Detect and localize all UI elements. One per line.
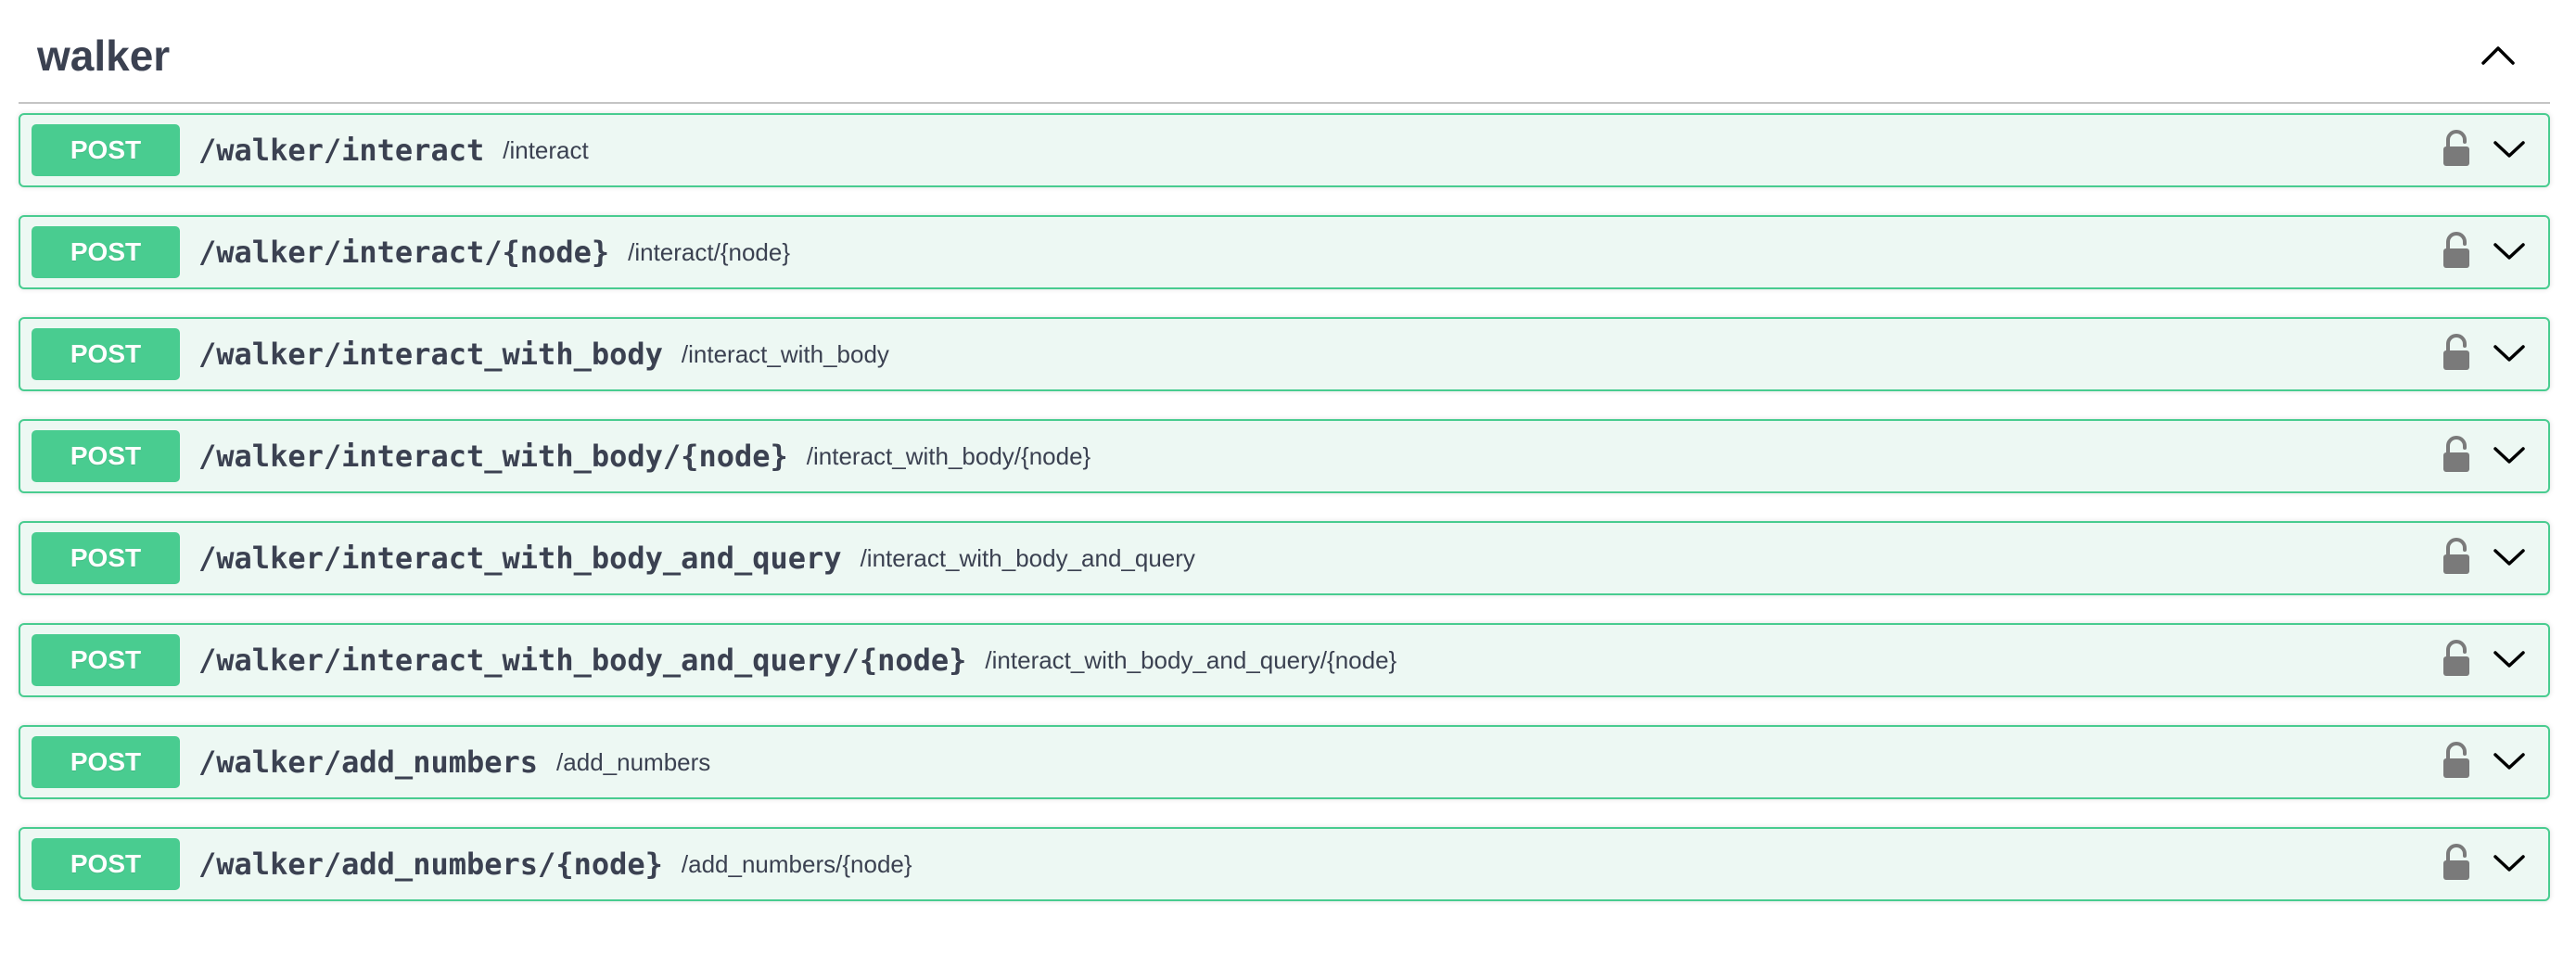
lock-icon[interactable] xyxy=(2442,844,2470,881)
operation-block[interactable]: POST /walker/interact_with_body /interac… xyxy=(19,317,2550,391)
section-title: walker xyxy=(37,32,171,80)
operation-path: /walker/interact_with_body_and_query /in… xyxy=(198,523,1195,593)
operation-path: /walker/interact_with_body /interact_wit… xyxy=(198,319,889,389)
operation-summary: /interact_with_body_and_query/{node} xyxy=(985,646,1397,674)
path-text: /walker/interact xyxy=(198,133,485,168)
operation-summary: /add_numbers/{node} xyxy=(681,850,912,878)
chevron-down-icon[interactable] xyxy=(2491,645,2528,671)
operation-block[interactable]: POST /walker/interact_with_body_and_quer… xyxy=(19,623,2550,697)
method-badge: POST xyxy=(32,634,180,686)
chevron-down-icon[interactable] xyxy=(2491,135,2528,161)
operation-path: /walker/interact_with_body_and_query/{no… xyxy=(198,625,1396,695)
lock-icon[interactable] xyxy=(2442,130,2470,167)
chevron-down-icon[interactable] xyxy=(2491,339,2528,365)
lock-icon[interactable] xyxy=(2442,232,2470,269)
path-text: /walker/interact_with_body/{node} xyxy=(198,439,788,474)
method-badge: POST xyxy=(32,838,180,890)
operation-block[interactable]: POST /walker/interact /interact xyxy=(19,113,2550,187)
method-badge: POST xyxy=(32,532,180,584)
lock-icon[interactable] xyxy=(2442,742,2470,779)
operation-path: /walker/add_numbers /add_numbers xyxy=(198,727,710,797)
operation-summary: /interact_with_body_and_query xyxy=(860,544,1195,572)
method-badge: POST xyxy=(32,124,180,176)
path-text: /walker/add_numbers/{node} xyxy=(198,847,663,882)
operation-block[interactable]: POST /walker/interact/{node} /interact/{… xyxy=(19,215,2550,289)
walker-section: walker POST /walker/interact /interact P… xyxy=(19,0,2550,901)
operation-path: /walker/add_numbers/{node} /add_numbers/… xyxy=(198,829,912,899)
path-text: /walker/interact_with_body_and_query/{no… xyxy=(198,643,967,678)
operation-block[interactable]: POST /walker/add_numbers/{node} /add_num… xyxy=(19,827,2550,901)
chevron-up-icon[interactable] xyxy=(2472,33,2524,78)
operation-summary: /interact_with_body/{node} xyxy=(806,442,1091,470)
operation-path: /walker/interact /interact xyxy=(198,115,589,185)
lock-icon[interactable] xyxy=(2442,436,2470,473)
method-badge: POST xyxy=(32,736,180,788)
operation-path: /walker/interact/{node} /interact/{node} xyxy=(198,217,790,287)
chevron-down-icon[interactable] xyxy=(2491,543,2528,569)
lock-icon[interactable] xyxy=(2442,334,2470,371)
path-text: /walker/add_numbers xyxy=(198,745,539,780)
chevron-down-icon[interactable] xyxy=(2491,747,2528,773)
chevron-down-icon[interactable] xyxy=(2491,849,2528,875)
section-header[interactable]: walker xyxy=(19,0,2550,104)
operation-summary: /interact xyxy=(503,136,589,164)
method-badge: POST xyxy=(32,328,180,380)
method-badge: POST xyxy=(32,430,180,482)
operation-summary: /interact/{node} xyxy=(628,238,791,266)
operation-summary: /interact_with_body xyxy=(681,340,889,368)
operation-block[interactable]: POST /walker/interact_with_body/{node} /… xyxy=(19,419,2550,493)
path-text: /walker/interact/{node} xyxy=(198,235,610,270)
chevron-down-icon[interactable] xyxy=(2491,441,2528,467)
operation-block[interactable]: POST /walker/interact_with_body_and_quer… xyxy=(19,521,2550,595)
method-badge: POST xyxy=(32,226,180,278)
lock-icon[interactable] xyxy=(2442,538,2470,575)
path-text: /walker/interact_with_body xyxy=(198,337,663,372)
operation-summary: /add_numbers xyxy=(556,748,711,776)
chevron-down-icon[interactable] xyxy=(2491,237,2528,263)
lock-icon[interactable] xyxy=(2442,640,2470,677)
operation-block[interactable]: POST /walker/add_numbers /add_numbers xyxy=(19,725,2550,799)
operation-path: /walker/interact_with_body/{node} /inter… xyxy=(198,421,1090,491)
path-text: /walker/interact_with_body_and_query xyxy=(198,541,842,576)
